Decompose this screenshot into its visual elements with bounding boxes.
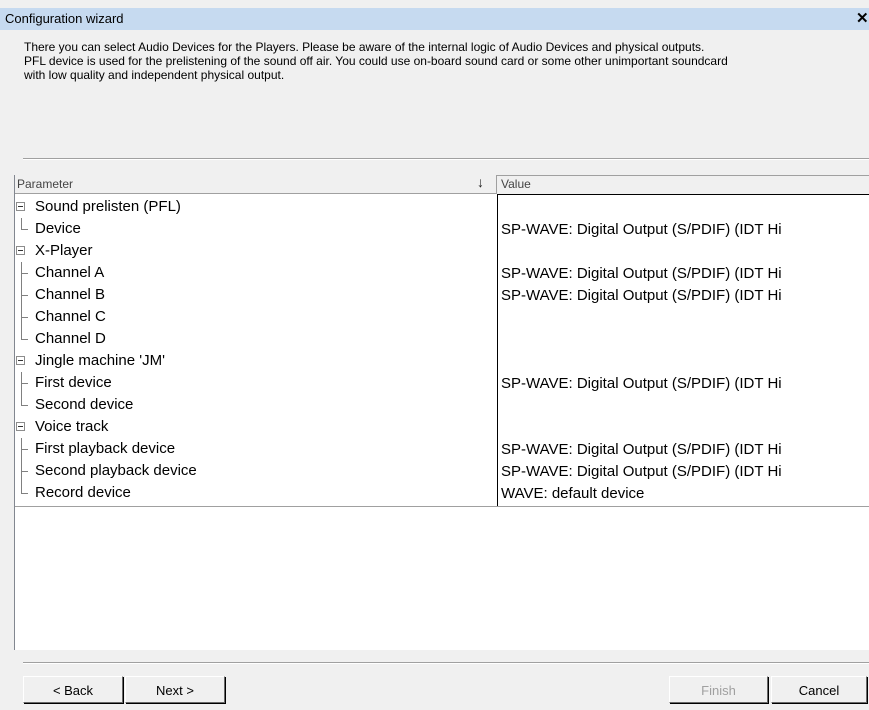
row-value[interactable]: SP-WAVE: Digital Output (S/PDIF) (IDT Hi: [501, 441, 782, 458]
column-header-value[interactable]: Value: [497, 175, 869, 195]
row-label: X-Player: [35, 242, 93, 259]
tree-branch-icon: [21, 460, 29, 482]
tree-branch-icon: [21, 262, 29, 284]
row-label: Sound prelisten (PFL): [35, 198, 181, 215]
window-title: Configuration wizard: [5, 11, 124, 26]
tree-group-row[interactable]: Sound prelisten (PFL): [15, 196, 869, 218]
tree-group-row[interactable]: Voice track: [15, 416, 869, 438]
tree-group-row[interactable]: X-Player: [15, 240, 869, 262]
row-label: Channel A: [35, 264, 105, 281]
row-value[interactable]: SP-WAVE: Digital Output (S/PDIF) (IDT Hi: [501, 265, 782, 282]
row-label: Device: [35, 220, 81, 237]
tree-item-row[interactable]: Channel C: [15, 306, 869, 328]
configuration-wizard-window: Configuration wizard ✕ There you can sel…: [0, 0, 869, 710]
next-button[interactable]: Next >: [125, 676, 225, 703]
row-label: Record device: [35, 484, 131, 501]
tree-item-row[interactable]: Second device: [15, 394, 869, 416]
tree-branch-icon: [21, 218, 28, 240]
tree-item-row[interactable]: Device SP-WAVE: Digital Output (S/PDIF) …: [15, 218, 869, 240]
tree-item-row[interactable]: Channel A SP-WAVE: Digital Output (S/PDI…: [15, 262, 869, 284]
row-label: Channel D: [35, 330, 106, 347]
intro-text: There you can select Audio Devices for t…: [24, 40, 728, 82]
row-label: First device: [35, 374, 112, 391]
tree-item-row[interactable]: Second playback device SP-WAVE: Digital …: [15, 460, 869, 482]
row-value[interactable]: SP-WAVE: Digital Output (S/PDIF) (IDT Hi: [501, 463, 782, 480]
row-label: Channel B: [35, 286, 106, 303]
tree-item-row[interactable]: Channel D: [15, 328, 869, 350]
rows-bottom-border: [15, 506, 869, 507]
header-separator: [23, 158, 869, 160]
tree-group-row[interactable]: Jingle machine 'JM': [15, 350, 869, 372]
cancel-button[interactable]: Cancel: [771, 676, 867, 703]
title-bar: Configuration wizard ✕: [0, 8, 869, 30]
tree-branch-icon: [21, 394, 28, 416]
tree-branch-icon: [21, 372, 29, 394]
collapse-icon[interactable]: [16, 246, 25, 255]
row-value[interactable]: SP-WAVE: Digital Output (S/PDIF) (IDT Hi: [501, 287, 782, 304]
tree-branch-icon: [21, 284, 29, 306]
collapse-icon[interactable]: [16, 202, 25, 211]
row-label: Second playback device: [35, 462, 197, 479]
tree-item-row[interactable]: First playback device SP-WAVE: Digital O…: [15, 438, 869, 460]
tree-branch-icon: [21, 482, 28, 504]
value-column-edge: [497, 194, 869, 195]
row-label: Second device: [35, 396, 134, 413]
column-header-parameter-label: Parameter: [17, 177, 74, 191]
tree-branch-icon: [21, 306, 29, 328]
device-grid[interactable]: Parameter ↓ Value Sound prelisten (PFL) …: [14, 174, 869, 650]
sort-arrow-icon: ↓: [477, 174, 484, 190]
tree-item-row[interactable]: First device SP-WAVE: Digital Output (S/…: [15, 372, 869, 394]
tree-branch-icon: [21, 328, 28, 350]
column-header-value-label: Value: [501, 177, 531, 191]
row-value[interactable]: SP-WAVE: Digital Output (S/PDIF) (IDT Hi: [501, 221, 782, 238]
footer-separator: [23, 662, 869, 664]
column-header-parameter[interactable]: Parameter ↓: [15, 174, 497, 194]
row-label: Jingle machine 'JM': [35, 352, 165, 369]
row-label: Channel C: [35, 308, 106, 325]
collapse-icon[interactable]: [16, 422, 25, 431]
back-button[interactable]: < Back: [23, 676, 123, 703]
finish-button: Finish: [669, 676, 768, 703]
tree-item-row[interactable]: Channel B SP-WAVE: Digital Output (S/PDI…: [15, 284, 869, 306]
row-label: First playback device: [35, 440, 176, 457]
row-label: Voice track: [35, 418, 109, 435]
row-value[interactable]: WAVE: default device: [501, 485, 644, 502]
close-icon[interactable]: ✕: [856, 9, 869, 27]
collapse-icon[interactable]: [16, 356, 25, 365]
row-value[interactable]: SP-WAVE: Digital Output (S/PDIF) (IDT Hi: [501, 375, 782, 392]
tree-branch-icon: [21, 438, 29, 460]
tree-item-row[interactable]: Record device WAVE: default device: [15, 482, 869, 504]
